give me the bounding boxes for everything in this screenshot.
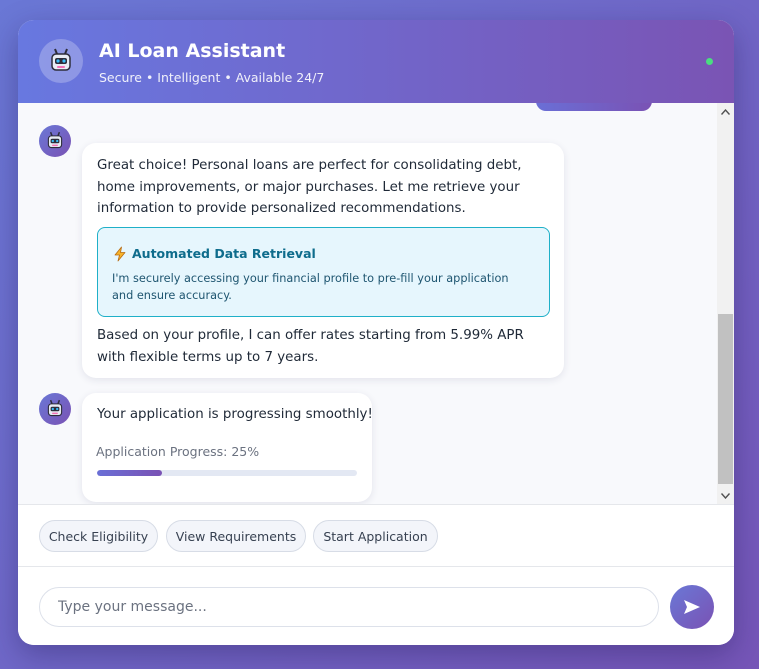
progress-bar: [97, 470, 357, 476]
scrollbar-thumb[interactable]: [718, 314, 733, 484]
send-icon: [684, 600, 700, 614]
chat-messages[interactable]: Great choice! Personal loans are perfect…: [18, 103, 734, 504]
chat-window: AI Loan Assistant Secure • Intelligent •…: [18, 20, 734, 645]
lightning-icon: [112, 246, 128, 262]
message-text: Your application is progressing smoothly…: [97, 407, 373, 422]
robot-icon: [39, 39, 83, 83]
start-application-button[interactable]: Start Application: [313, 520, 438, 552]
scroll-down-arrow-icon[interactable]: [717, 487, 734, 504]
bot-avatar: [39, 125, 71, 157]
online-status-indicator: [706, 58, 713, 65]
scrollbar[interactable]: [717, 103, 734, 504]
bot-avatar: [39, 393, 71, 425]
chat-header: AI Loan Assistant Secure • Intelligent •…: [18, 20, 734, 103]
message-composer: [18, 567, 734, 645]
view-requirements-button[interactable]: View Requirements: [166, 520, 306, 552]
send-button[interactable]: [670, 585, 714, 629]
robot-icon: [47, 131, 63, 149]
message-text: Based on your profile, I can offer rates…: [97, 328, 524, 365]
message-input[interactable]: [39, 587, 659, 627]
progress-label: Application Progress: 25%: [96, 444, 260, 459]
bot-message-bubble: Great choice! Personal loans are perfect…: [82, 143, 564, 378]
user-message-bubble: [536, 103, 652, 111]
robot-icon: [47, 399, 63, 417]
quick-actions: Check Eligibility View Requirements Star…: [18, 504, 734, 567]
info-box: Automated Data Retrieval I'm securely ac…: [97, 227, 550, 317]
info-box-title: Automated Data Retrieval: [112, 243, 316, 265]
bot-message-bubble: Your application is progressing smoothly…: [82, 393, 373, 502]
progress-bar-fill: [97, 470, 162, 476]
check-eligibility-button[interactable]: Check Eligibility: [39, 520, 158, 552]
header-subtitle: Secure • Intelligent • Available 24/7: [99, 70, 325, 85]
page-title: AI Loan Assistant: [99, 40, 286, 62]
scroll-up-arrow-icon[interactable]: [717, 103, 734, 120]
message-text: Great choice! Personal loans are perfect…: [97, 158, 522, 216]
info-box-text: I'm securely accessing your financial pr…: [112, 272, 509, 302]
